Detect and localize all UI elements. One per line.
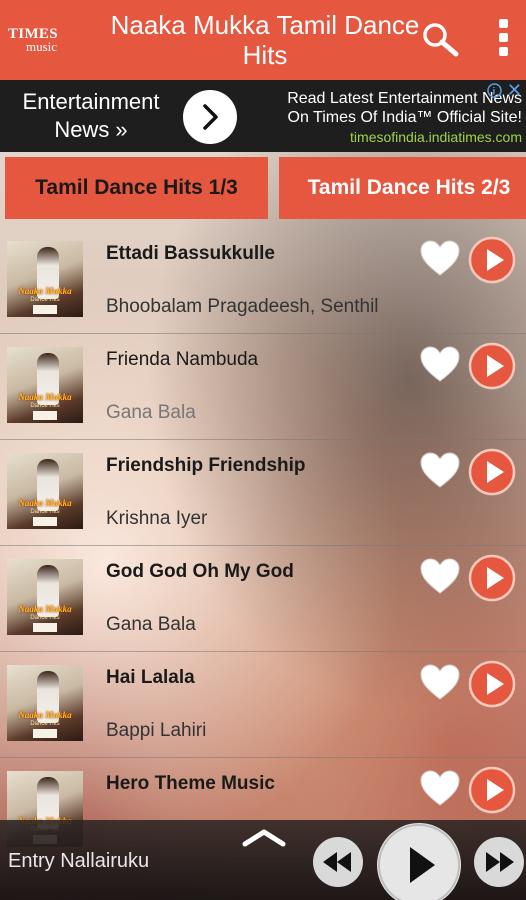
song-artist: Bhoobalam Pragadeesh, Senthil <box>106 296 379 317</box>
album-art-subtitle: Dance Hits <box>30 403 60 409</box>
adchoices-icon[interactable]: i <box>487 83 502 98</box>
song-artist: Bappi Lahiri <box>106 720 207 741</box>
album-art-subtitle: Dance Hits <box>30 721 60 727</box>
heart-icon[interactable] <box>418 450 462 490</box>
album-art: Naaka Mukka Dance Hits <box>7 453 83 529</box>
overflow-menu-icon[interactable] <box>490 16 516 62</box>
rewind-button[interactable] <box>313 837 363 887</box>
play-icon[interactable] <box>468 448 516 496</box>
times-music-logo: TIMES music <box>8 27 70 56</box>
play-icon[interactable] <box>468 554 516 602</box>
album-art-title: Naaka Mukka <box>18 498 72 508</box>
song-title: Ettadi Bassukkulle <box>106 243 275 264</box>
play-icon[interactable] <box>468 766 516 814</box>
song-row[interactable]: Naaka Mukka Dance Hits Ettadi Bassukkull… <box>0 228 526 334</box>
album-art: Naaka Mukka Dance Hits <box>7 559 83 635</box>
song-title: Hai Lalala <box>106 667 195 688</box>
play-icon[interactable] <box>468 342 516 390</box>
album-art-title: Naaka Mukka <box>18 392 72 402</box>
mini-player[interactable]: Entry Nallairuku <box>0 820 526 900</box>
album-art-subtitle: Dance Hits <box>30 297 60 303</box>
song-row[interactable]: Naaka Mukka Dance Hits God God Oh My God… <box>0 546 526 652</box>
ad-body[interactable]: Read Latest Entertainment News On Times … <box>246 89 522 146</box>
search-button[interactable] <box>420 20 460 60</box>
song-title: God God Oh My God <box>106 561 294 582</box>
album-art-subtitle: Dance Hits <box>30 615 60 621</box>
ad-arrow-button[interactable] <box>183 90 237 144</box>
song-title: Frienda Nambuda <box>106 349 259 370</box>
heart-icon[interactable] <box>418 662 462 702</box>
ad-line2: On Times Of India™ Official Site! <box>287 109 522 126</box>
ad-headline[interactable]: Entertainment News » <box>6 88 176 144</box>
album-art-title: Naaka Mukka <box>18 710 72 720</box>
ad-url: timesofindia.indiatimes.com <box>350 129 522 145</box>
fast-forward-button[interactable] <box>474 837 524 887</box>
heart-icon[interactable] <box>418 768 462 808</box>
play-pause-button[interactable] <box>377 823 461 900</box>
now-playing-title[interactable]: Entry Nallairuku <box>8 850 149 873</box>
search-icon <box>423 23 459 57</box>
song-artist: Krishna Iyer <box>106 508 208 529</box>
album-art: Naaka Mukka Dance Hits <box>7 665 83 741</box>
play-icon[interactable] <box>468 236 516 284</box>
song-row[interactable]: Naaka Mukka Dance Hits Hai Lalala Bappi … <box>0 652 526 758</box>
fast-forward-icon <box>486 852 514 872</box>
song-artist: Gana Bala <box>106 402 196 423</box>
play-icon[interactable] <box>468 660 516 708</box>
album-art: Naaka Mukka Dance Hits <box>7 347 83 423</box>
heart-icon[interactable] <box>418 238 462 278</box>
app-header: TIMES music Naaka Mukka Tamil Dance Hits <box>0 0 526 80</box>
svg-text:i: i <box>493 87 496 98</box>
heart-icon[interactable] <box>418 344 462 384</box>
close-icon[interactable]: ✕ <box>507 81 522 99</box>
song-title: Friendship Friendship <box>106 455 306 476</box>
chevron-right-icon <box>203 104 218 130</box>
heart-icon[interactable] <box>418 556 462 596</box>
song-row[interactable]: Naaka Mukka Dance Hits Friendship Friend… <box>0 440 526 546</box>
album-art: Naaka Mukka Dance Hits <box>7 241 83 317</box>
rewind-icon <box>323 852 351 872</box>
album-art-title: Naaka Mukka <box>18 286 72 296</box>
page-title: Naaka Mukka Tamil Dance Hits <box>110 10 420 70</box>
song-title: Hero Theme Music <box>106 773 275 794</box>
song-artist: Gana Bala <box>106 614 196 635</box>
song-row[interactable]: Naaka Mukka Dance Hits Frienda Nambuda G… <box>0 334 526 440</box>
play-icon <box>378 824 460 900</box>
ad-banner[interactable]: Entertainment News » Read Latest Enterta… <box>0 80 526 152</box>
album-art-subtitle: Dance Hits <box>30 509 60 515</box>
tab-dance-hits-1[interactable]: Tamil Dance Hits 1/3 <box>5 157 268 219</box>
album-art-title: Naaka Mukka <box>18 604 72 614</box>
chevron-up-icon[interactable] <box>241 826 287 848</box>
ad-line1: Read Latest Entertainment News <box>287 90 522 107</box>
tab-dance-hits-2[interactable]: Tamil Dance Hits 2/3 <box>279 157 526 219</box>
